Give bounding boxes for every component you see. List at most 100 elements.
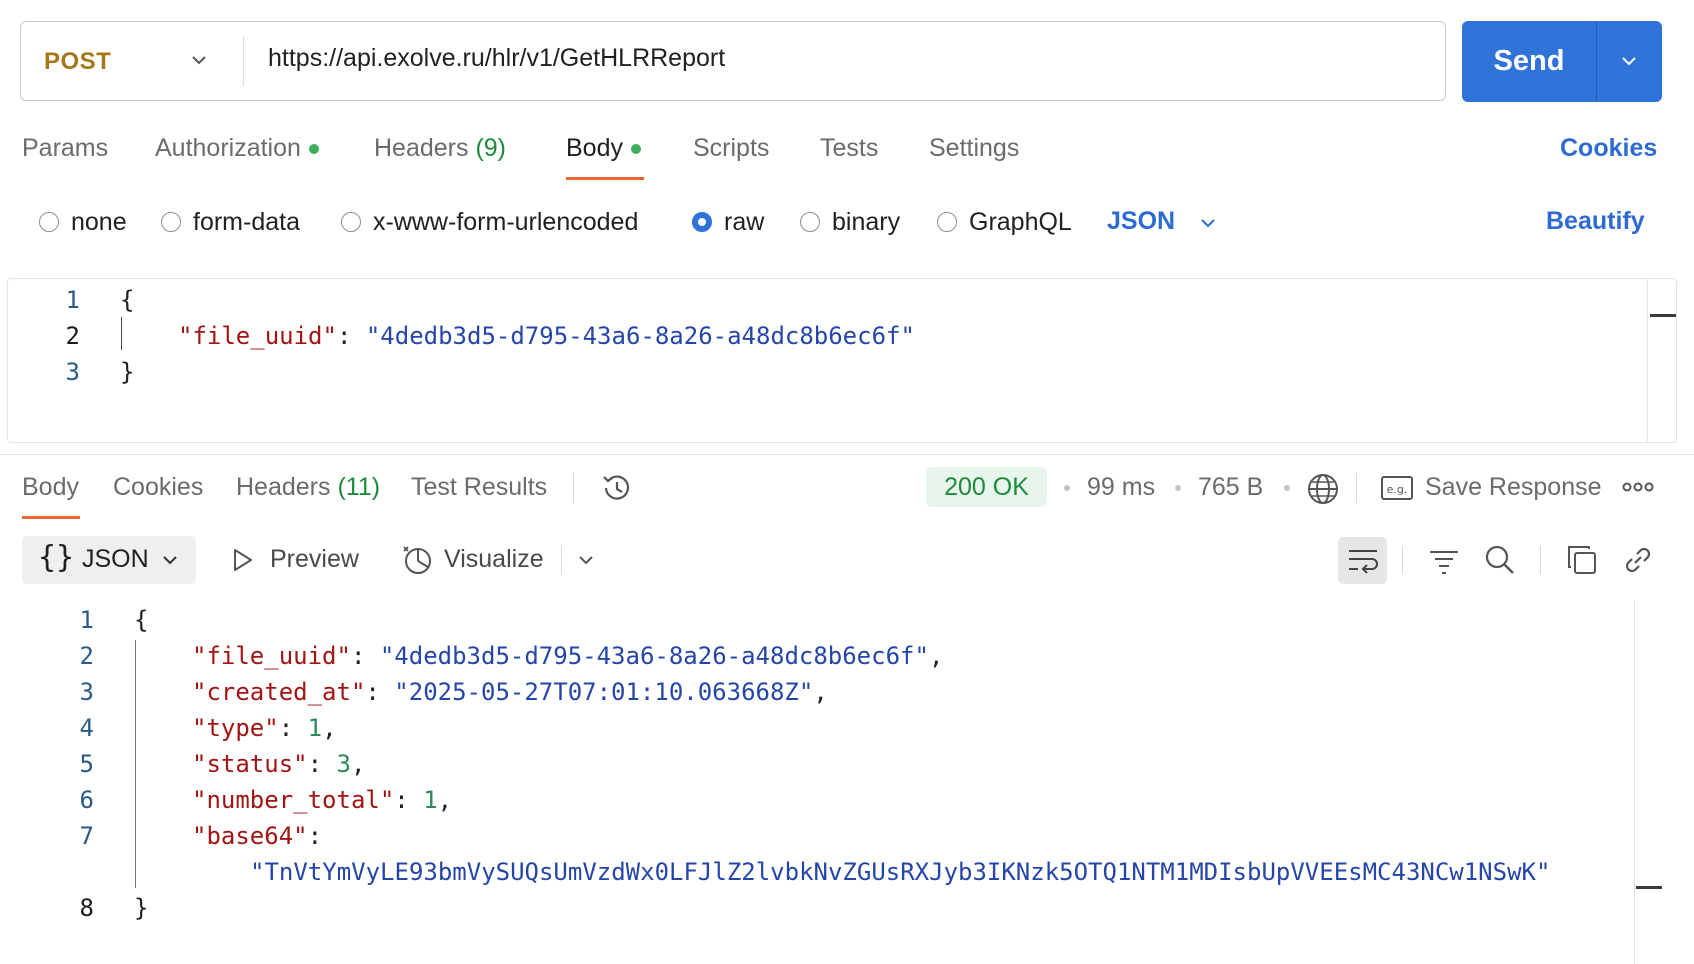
active-tab-underline: [22, 516, 80, 519]
response-tab-headers[interactable]: Headers (11): [236, 473, 380, 502]
scrollbar-track[interactable]: [1647, 279, 1648, 442]
status-badge[interactable]: 200 OK: [926, 467, 1047, 507]
globe-icon[interactable]: [1306, 472, 1340, 506]
json-key: "status": [192, 750, 308, 778]
headers-count: (11): [337, 473, 381, 501]
code-line: "status": 3,: [192, 750, 366, 778]
json-key: "file_uuid": [178, 322, 337, 350]
line-number: 3: [65, 358, 80, 386]
radio-circle: [937, 212, 957, 232]
scroll-marker: [1636, 886, 1662, 889]
tab-headers-label: Headers: [374, 134, 469, 162]
play-icon: [234, 549, 252, 571]
code-line: "type": 1,: [192, 714, 337, 742]
line-number: 1: [65, 286, 80, 314]
code-line: "number_total": 1,: [192, 786, 453, 814]
copy-icon[interactable]: [1566, 544, 1598, 576]
json-number: 1: [423, 786, 438, 814]
radio-binary[interactable]: binary: [800, 208, 900, 236]
line-number: 5: [79, 750, 94, 778]
response-time[interactable]: 99 ms: [1087, 473, 1155, 502]
radio-raw[interactable]: raw: [692, 208, 764, 236]
send-divider: [1596, 21, 1597, 102]
code-brace: {: [134, 606, 149, 634]
radio-form-data[interactable]: form-data: [161, 208, 300, 236]
response-tab-test-results[interactable]: Test Results: [411, 473, 547, 502]
active-tab-underline: [566, 177, 644, 180]
chevron-down-icon[interactable]: [1618, 50, 1640, 72]
tab-settings[interactable]: Settings: [929, 134, 1019, 163]
tab-tests[interactable]: Tests: [820, 134, 878, 163]
method-dropdown[interactable]: POST: [22, 28, 240, 96]
bullet: [1175, 485, 1181, 491]
bullet: [1064, 485, 1070, 491]
save-response-button[interactable]: Save Response: [1425, 473, 1602, 502]
divider: [1540, 546, 1541, 574]
request-body-editor[interactable]: [7, 278, 1677, 443]
line-number: 1: [79, 606, 94, 634]
line-number: 2: [79, 642, 94, 670]
divider: [1356, 473, 1357, 503]
response-tab-cookies[interactable]: Cookies: [113, 473, 203, 502]
beautify-button[interactable]: Beautify: [1546, 207, 1645, 236]
cookies-link[interactable]: Cookies: [1560, 134, 1657, 163]
radio-circle: [341, 212, 361, 232]
radio-graphql-label: GraphQL: [969, 207, 1072, 236]
json-string: "4dedb3d5-d795-43a6-8a26-a48dc8b6ec6f": [379, 642, 929, 670]
radio-circle: [800, 212, 820, 232]
method-label: POST: [44, 48, 112, 75]
history-icon[interactable]: [598, 471, 634, 505]
preview-button[interactable]: Preview: [270, 545, 359, 574]
code-line: "file_uuid": "4dedb3d5-d795-43a6-8a26-a4…: [178, 322, 915, 350]
code-brace: {: [120, 286, 135, 314]
line-number: 4: [79, 714, 94, 742]
filter-icon[interactable]: [1428, 546, 1460, 576]
code-line: "created_at": "2025-05-27T07:01:10.06366…: [192, 678, 828, 706]
url-input[interactable]: https://api.exolve.ru/hlr/v1/GetHLRRepor…: [268, 44, 725, 73]
bullet: [1284, 485, 1290, 491]
chevron-down-icon[interactable]: [576, 550, 596, 570]
body-format-select[interactable]: JSON: [1107, 207, 1175, 236]
response-size[interactable]: 765 B: [1198, 473, 1263, 502]
json-key: "type": [192, 714, 279, 742]
code-brace: }: [120, 358, 135, 386]
tab-scripts[interactable]: Scripts: [693, 134, 769, 163]
radio-graphql[interactable]: GraphQL: [937, 208, 1072, 236]
tab-params[interactable]: Params: [22, 134, 108, 163]
braces-icon: {}: [38, 540, 75, 575]
tab-authorization-label: Authorization: [155, 134, 301, 162]
radio-urlencoded[interactable]: x-www-form-urlencoded: [341, 208, 638, 236]
indicator-dot: [630, 144, 641, 155]
url-divider: [243, 36, 244, 86]
radio-circle-selected: [692, 212, 712, 232]
json-number: 3: [336, 750, 351, 778]
chevron-down-icon: [163, 556, 177, 565]
scrollbar-track[interactable]: [1634, 600, 1635, 964]
send-button[interactable]: Send: [1462, 21, 1596, 102]
radio-form-data-label: form-data: [193, 207, 300, 236]
radio-raw-label: raw: [724, 207, 765, 236]
search-icon[interactable]: [1484, 544, 1516, 576]
radio-urlencoded-label: x-www-form-urlencoded: [373, 207, 639, 236]
tab-headers[interactable]: Headers (9): [374, 134, 506, 163]
panel-divider[interactable]: [0, 454, 1694, 455]
code-line: "file_uuid": "4dedb3d5-d795-43a6-8a26-a4…: [192, 642, 944, 670]
headers-count: (9): [475, 134, 507, 162]
eg-icon: e.g.: [1381, 476, 1413, 500]
tab-authorization[interactable]: Authorization: [155, 134, 319, 163]
more-icon[interactable]: [1622, 480, 1654, 494]
line-number: 2: [65, 322, 80, 350]
visualize-icon: [403, 546, 431, 574]
json-key: "base64": [192, 822, 308, 850]
chevron-down-icon[interactable]: [1198, 213, 1218, 233]
scroll-marker: [1650, 314, 1676, 317]
visualize-button[interactable]: Visualize: [444, 545, 544, 574]
radio-none[interactable]: none: [39, 208, 127, 236]
line-number: 6: [79, 786, 94, 814]
radio-circle: [39, 212, 59, 232]
json-string: "TnVtYmVyLE93bmVySUQsUmVzdWx0LFJlZ2lvbkN…: [250, 858, 1551, 886]
line-number: 8: [79, 894, 94, 922]
response-tab-body[interactable]: Body: [22, 473, 79, 502]
link-icon[interactable]: [1622, 544, 1654, 576]
tab-body[interactable]: Body: [566, 134, 641, 163]
